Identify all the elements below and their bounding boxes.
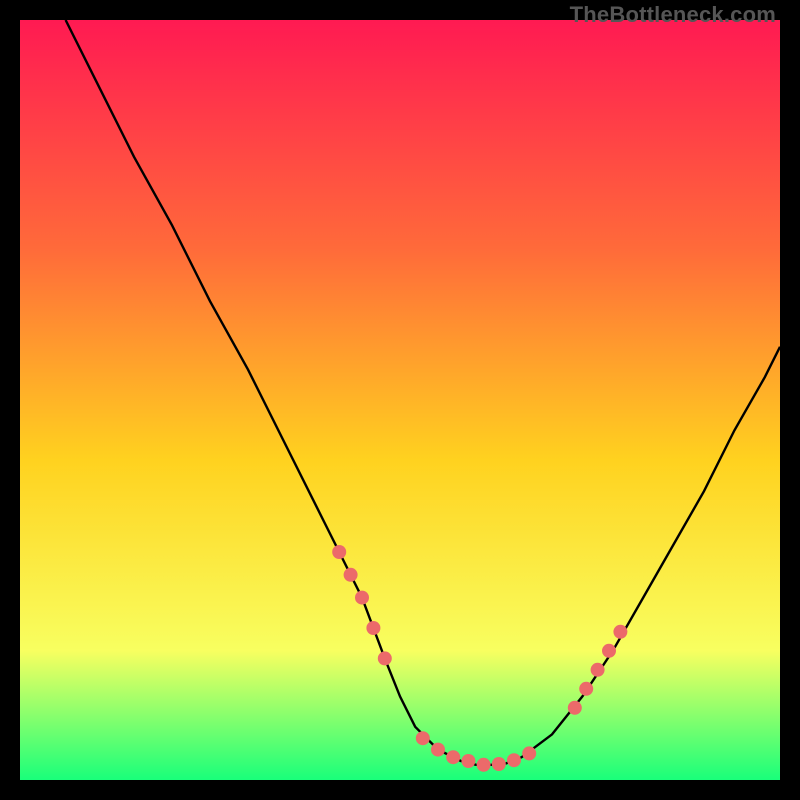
marker-dot: [378, 651, 392, 665]
gradient-background: [20, 20, 780, 780]
marker-dot: [431, 743, 445, 757]
marker-dot: [344, 568, 358, 582]
marker-dot: [461, 754, 475, 768]
marker-dot: [602, 644, 616, 658]
chart-frame: [20, 20, 780, 780]
bottleneck-chart: [20, 20, 780, 780]
marker-dot: [366, 621, 380, 635]
marker-dot: [579, 682, 593, 696]
marker-dot: [492, 757, 506, 771]
marker-dot: [507, 753, 521, 767]
marker-dot: [355, 591, 369, 605]
marker-dot: [591, 663, 605, 677]
marker-dot: [568, 701, 582, 715]
marker-dot: [446, 750, 460, 764]
marker-dot: [613, 625, 627, 639]
marker-dot: [522, 746, 536, 760]
watermark-text: TheBottleneck.com: [570, 2, 776, 28]
marker-dot: [477, 758, 491, 772]
marker-dot: [332, 545, 346, 559]
marker-dot: [416, 731, 430, 745]
